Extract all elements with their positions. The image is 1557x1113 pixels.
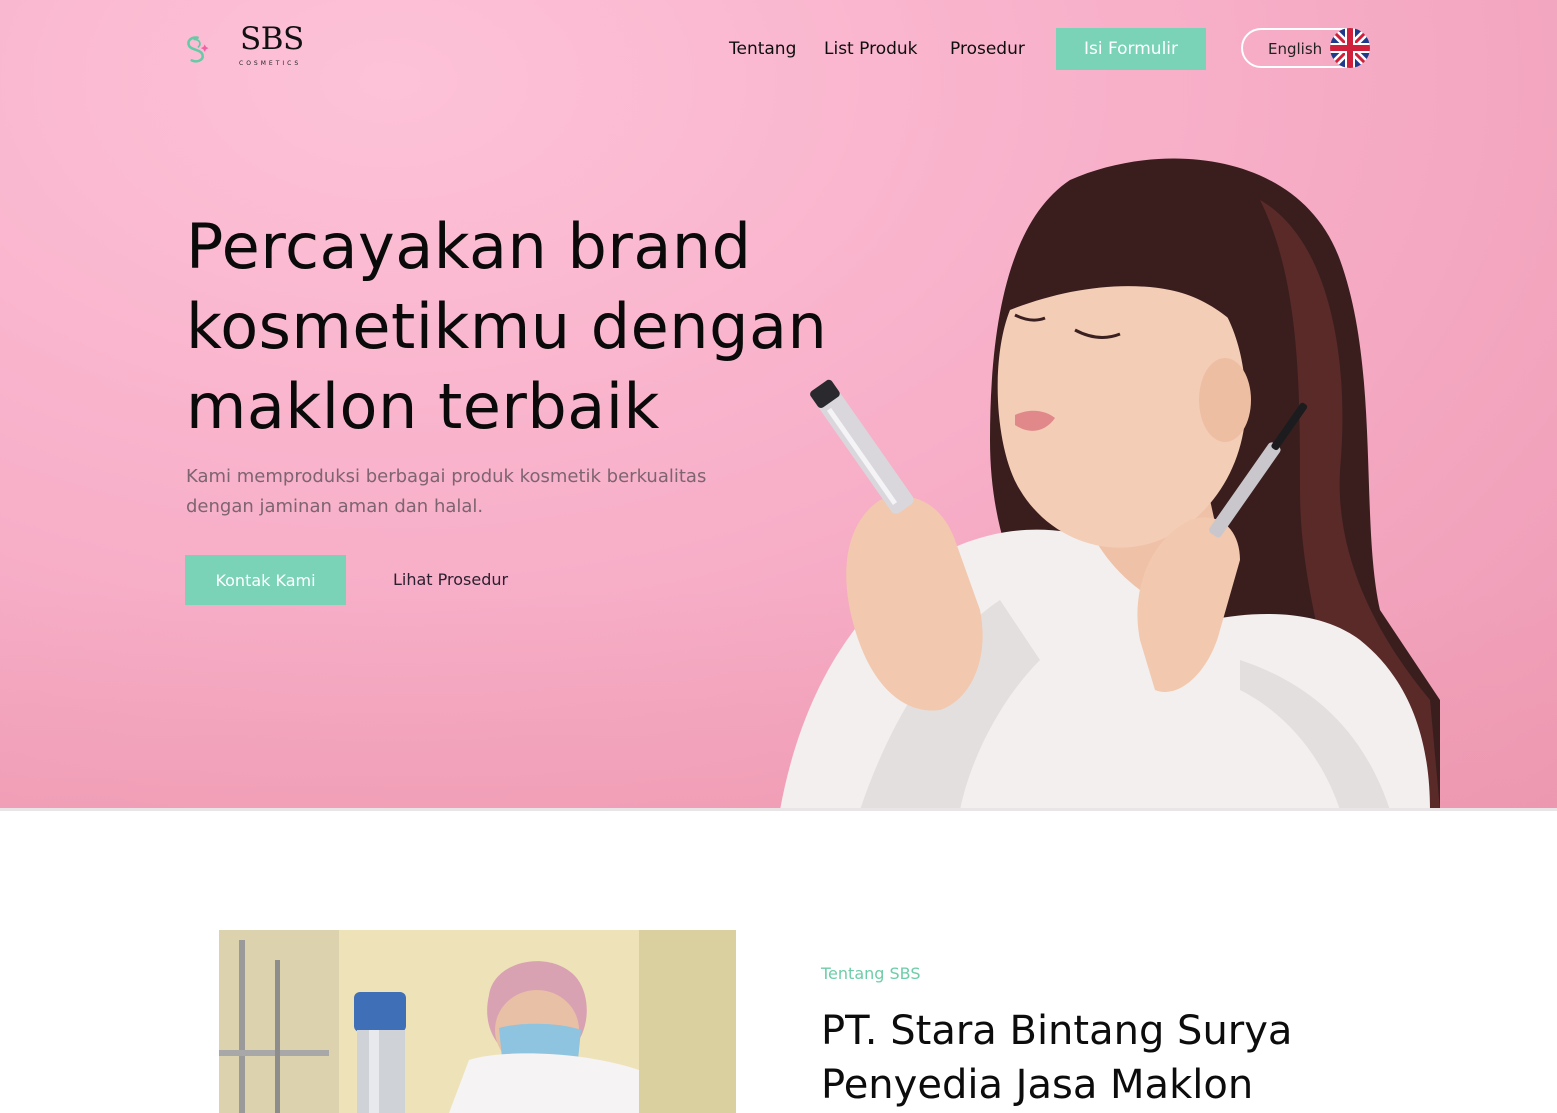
isi-formulir-button[interactable]: Isi Formulir (1056, 28, 1206, 70)
hero-subtitle: Kami memproduksi berbagai produk kosmeti… (186, 462, 746, 522)
nav-item-tentang[interactable]: Tentang (729, 38, 796, 60)
hero-headline-line: maklon terbaik (186, 370, 660, 443)
brand-name: SBS (240, 21, 304, 57)
about-lab-photo (219, 930, 736, 1113)
about-title-line: PT. Stara Bintang Surya (821, 1008, 1293, 1054)
hero-headline-line: Percayakan brand (186, 210, 752, 283)
hero-headline-line: kosmetikmu dengan (186, 290, 828, 363)
uk-flag-icon[interactable] (1330, 28, 1370, 68)
nav-item-prosedur[interactable]: Prosedur (950, 38, 1025, 60)
sbs-logo-icon[interactable] (185, 16, 237, 82)
about-eyebrow: Tentang SBS (821, 964, 921, 983)
lihat-prosedur-link[interactable]: Lihat Prosedur (393, 570, 508, 590)
hero-bottom-edge (0, 808, 1557, 811)
hero-subtitle-line: dengan jaminan aman dan halal. (186, 496, 484, 517)
nav-item-list-produk[interactable]: List Produk (824, 38, 918, 60)
kontak-kami-button[interactable]: Kontak Kami (185, 555, 346, 605)
hero-subtitle-line: Kami memproduksi berbagai produk kosmeti… (186, 466, 707, 487)
language-label: English (1268, 40, 1323, 58)
brand-tagline: COSMETICS (239, 60, 302, 67)
hero-headline: Percayakan brand kosmetikmu dengan maklo… (186, 207, 846, 447)
about-title: PT. Stara Bintang Surya Penyedia Jasa Ma… (821, 1004, 1381, 1112)
about-title-line: Penyedia Jasa Maklon (821, 1062, 1254, 1108)
